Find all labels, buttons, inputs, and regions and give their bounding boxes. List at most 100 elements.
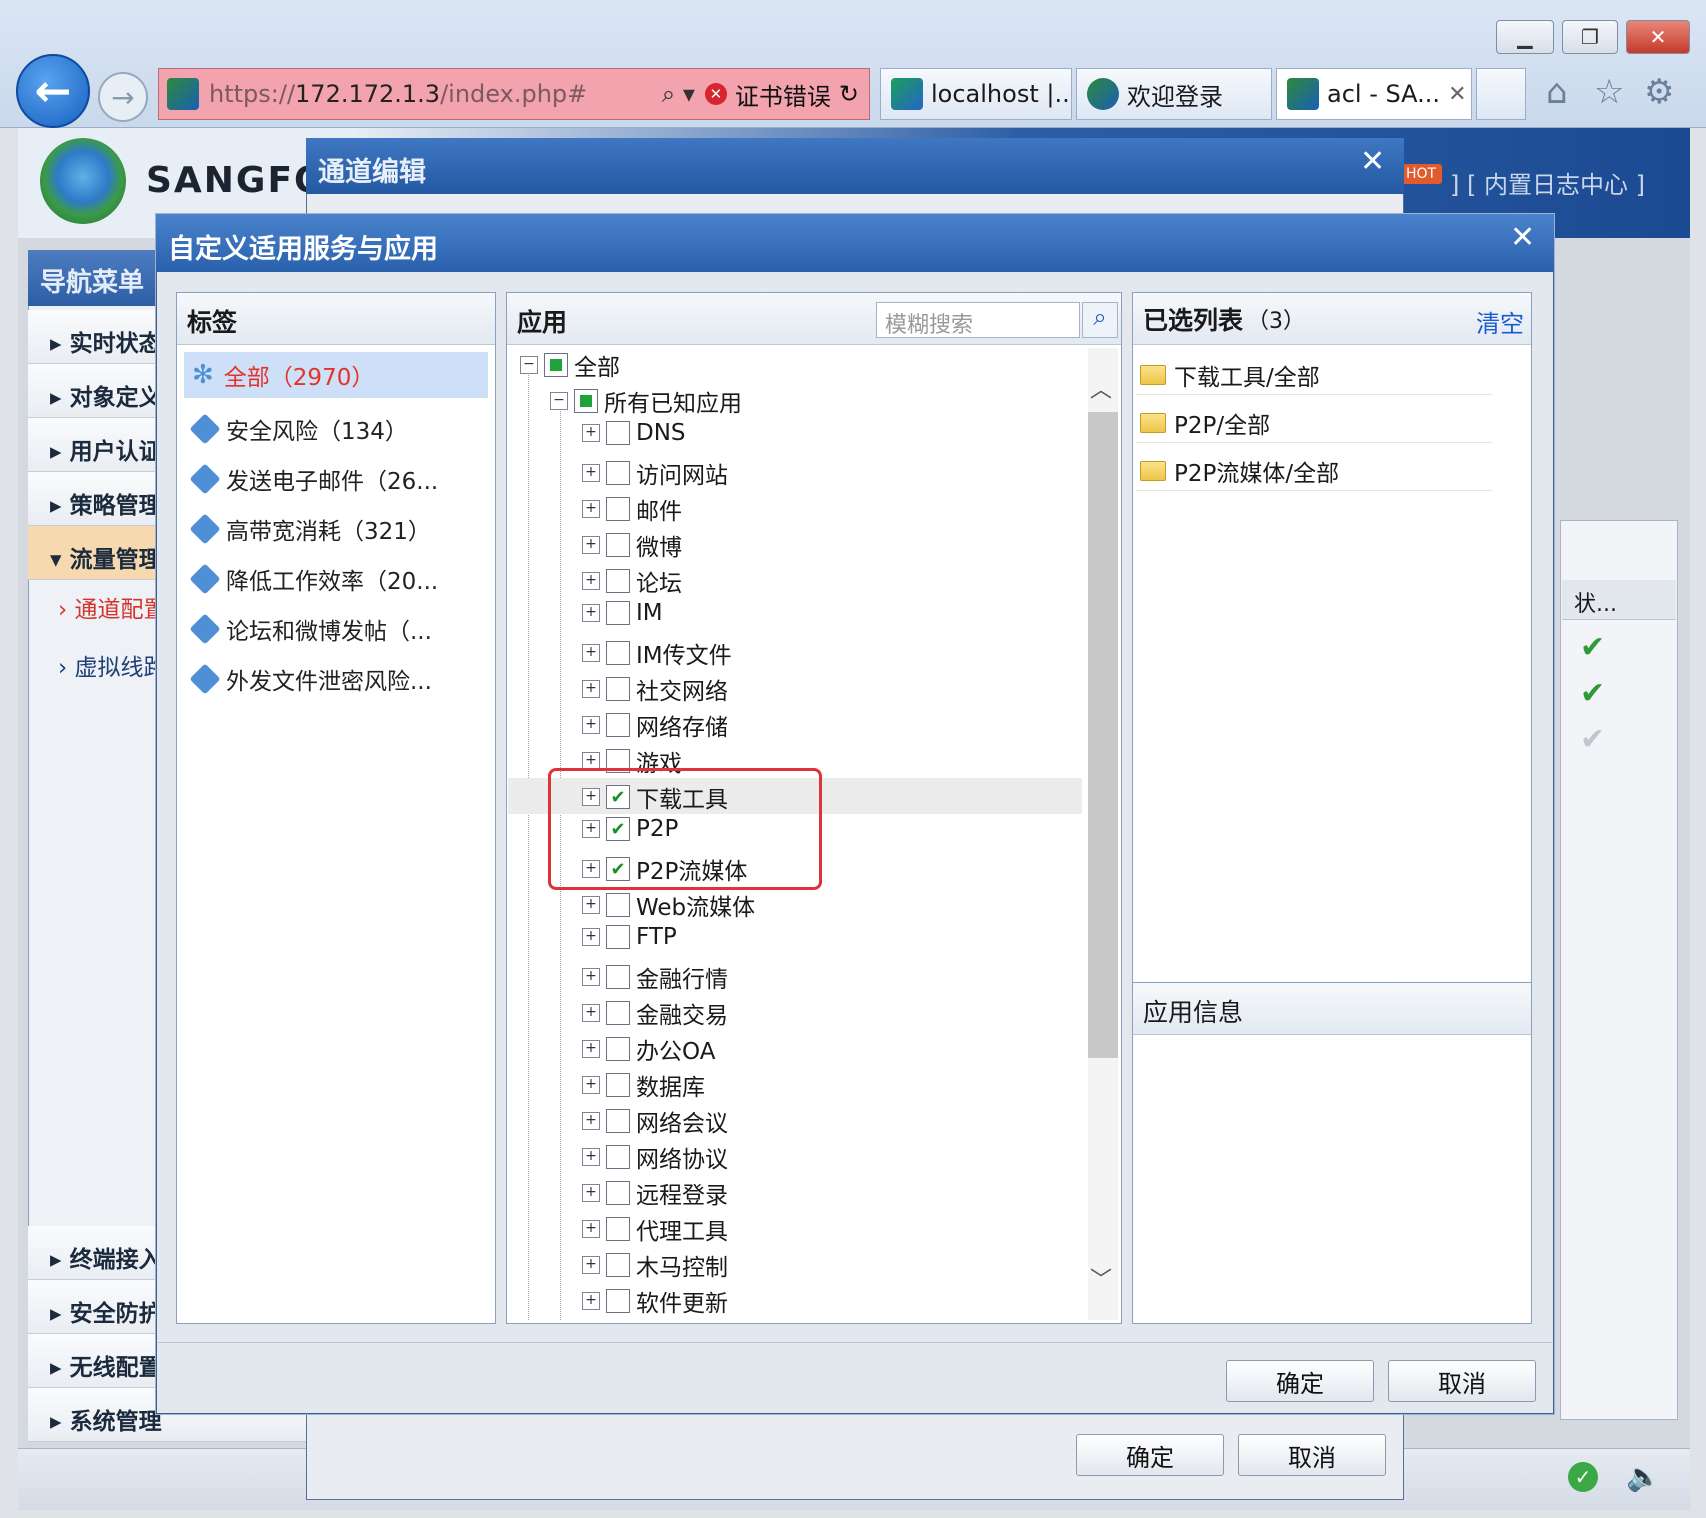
favorites-star-icon[interactable]: ☆ xyxy=(1594,72,1624,112)
new-tab-button[interactable] xyxy=(1476,68,1526,120)
expand-icon[interactable]: + xyxy=(582,680,600,698)
tree-node-app[interactable]: + 木马控制 xyxy=(582,1248,728,1282)
expand-icon[interactable]: + xyxy=(582,464,600,482)
expand-icon[interactable]: + xyxy=(582,1148,600,1166)
home-icon[interactable]: ⌂ xyxy=(1546,72,1568,112)
close-icon[interactable]: ✕ xyxy=(1360,144,1385,179)
expand-icon[interactable]: + xyxy=(582,1004,600,1022)
channel-cancel-button[interactable]: 取消 xyxy=(1238,1434,1386,1476)
tree-node-known-apps[interactable]: − 所有已知应用 xyxy=(550,384,742,418)
back-arrow-icon[interactable]: ← xyxy=(16,54,90,128)
close-icon[interactable]: ✕ xyxy=(1510,220,1535,255)
expand-icon[interactable]: + xyxy=(582,536,600,554)
checkbox[interactable] xyxy=(606,1145,630,1169)
tree-node-app[interactable]: + 社交网络 xyxy=(582,672,728,706)
tree-node-app[interactable]: + 论坛 xyxy=(582,564,682,598)
fuzzy-search-input[interactable]: 模糊搜索 xyxy=(876,302,1080,338)
expand-icon[interactable]: + xyxy=(582,1292,600,1310)
tree-node-app[interactable]: + 数据库 xyxy=(582,1068,705,1102)
checkbox[interactable] xyxy=(606,677,630,701)
close-window-button[interactable]: ✕ xyxy=(1626,20,1690,54)
tree-node-app[interactable]: + 远程登录 xyxy=(582,1176,728,1210)
expand-icon[interactable]: + xyxy=(582,1040,600,1058)
tree-node-app[interactable]: + 微博 xyxy=(582,528,682,562)
expand-icon[interactable]: + xyxy=(582,1076,600,1094)
checkbox[interactable] xyxy=(606,641,630,665)
url-text[interactable]: https://172.172.1.3/index.php# xyxy=(209,80,652,108)
clear-link[interactable]: 清空 xyxy=(1476,304,1524,339)
expand-icon[interactable]: + xyxy=(582,716,600,734)
tree-node-app[interactable]: + FTP xyxy=(582,924,677,950)
selected-item[interactable]: P2P/全部 xyxy=(1140,406,1270,440)
expand-icon[interactable]: + xyxy=(582,644,600,662)
ok-button[interactable]: 确定 xyxy=(1226,1360,1374,1402)
tag-item[interactable]: 降低工作效率（20... xyxy=(189,562,438,596)
checkbox[interactable] xyxy=(606,1217,630,1241)
cert-error-button[interactable]: ✕ 证书错误 ↻ xyxy=(704,77,869,112)
partial-checkbox[interactable] xyxy=(574,389,598,413)
tree-node-app[interactable]: + Web流媒体 xyxy=(582,888,755,922)
settings-gear-icon[interactable]: ⚙ xyxy=(1644,72,1674,112)
expand-icon[interactable]: + xyxy=(582,1184,600,1202)
checkbox[interactable] xyxy=(606,601,630,625)
checkbox[interactable] xyxy=(606,1001,630,1025)
tag-item[interactable]: 高带宽消耗（321） xyxy=(189,512,431,546)
sound-icon[interactable]: 🔈 xyxy=(1626,1460,1661,1493)
close-tab-icon[interactable]: ✕ xyxy=(1448,82,1466,107)
tree-node-app[interactable]: + IM传文件 xyxy=(582,636,732,670)
expand-icon[interactable]: + xyxy=(582,1256,600,1274)
checkbox[interactable] xyxy=(606,1253,630,1277)
checkbox[interactable] xyxy=(606,925,630,949)
search-icon[interactable]: ⌕ ▾ xyxy=(662,80,695,108)
checkbox[interactable] xyxy=(606,1181,630,1205)
tree-node-app[interactable]: + 办公OA xyxy=(582,1032,715,1066)
nav-sub-virtual-line[interactable]: › 虚拟线路 xyxy=(58,648,167,682)
scrollbar-thumb[interactable] xyxy=(1088,412,1118,1058)
tree-node-app[interactable]: + 访问网站 xyxy=(582,456,728,490)
scroll-down-icon[interactable]: ﹀ xyxy=(1090,1262,1112,1294)
expand-icon[interactable]: + xyxy=(582,604,600,622)
address-bar[interactable]: https://172.172.1.3/index.php# ⌕ ▾ ✕ 证书错误… xyxy=(158,68,870,120)
expand-icon[interactable]: + xyxy=(582,1220,600,1238)
selected-item[interactable]: 下载工具/全部 xyxy=(1140,358,1320,392)
selected-item[interactable]: P2P流媒体/全部 xyxy=(1140,454,1339,488)
refresh-icon[interactable]: ↻ xyxy=(839,80,859,108)
checkbox[interactable] xyxy=(606,1073,630,1097)
tab-localhost[interactable]: localhost |... xyxy=(880,68,1072,120)
log-center-link[interactable]: ] [ 内置日志中心 ] xyxy=(1450,165,1645,200)
forward-arrow-icon[interactable]: → xyxy=(98,72,148,122)
tag-item[interactable]: 发送电子邮件（26... xyxy=(189,462,438,496)
checkbox[interactable] xyxy=(606,569,630,593)
tab-welcome-login[interactable]: 欢迎登录 xyxy=(1076,68,1272,120)
expand-icon[interactable]: + xyxy=(582,928,600,946)
checkbox[interactable] xyxy=(606,461,630,485)
tree-node-app[interactable]: + 金融交易 xyxy=(582,996,728,1030)
checkbox[interactable] xyxy=(606,421,630,445)
tree-node-app[interactable]: + 代理工具 xyxy=(582,1212,728,1246)
checkbox[interactable] xyxy=(606,965,630,989)
checkbox[interactable] xyxy=(606,1037,630,1061)
tag-item[interactable]: 安全风险（134） xyxy=(189,412,408,446)
tag-all[interactable]: ✻ 全部（2970） xyxy=(184,352,488,398)
channel-ok-button[interactable]: 确定 xyxy=(1076,1434,1224,1476)
expand-icon[interactable]: + xyxy=(582,896,600,914)
scroll-up-icon[interactable]: ︿ xyxy=(1090,372,1112,404)
tree-node-app[interactable]: + 网络协议 xyxy=(582,1140,728,1174)
collapse-icon[interactable]: − xyxy=(520,356,538,374)
tree-node-app[interactable]: + 网络会议 xyxy=(582,1104,728,1138)
checkbox[interactable] xyxy=(606,1109,630,1133)
tree-node-app[interactable]: + 网络存储 xyxy=(582,708,728,742)
maximize-button[interactable]: ❐ xyxy=(1562,20,1618,54)
nav-sub-channel[interactable]: › 通道配置 xyxy=(58,590,167,624)
tag-item[interactable]: 外发文件泄密风险... xyxy=(189,662,432,696)
checkbox[interactable] xyxy=(606,893,630,917)
checkbox[interactable] xyxy=(606,713,630,737)
expand-icon[interactable]: + xyxy=(582,424,600,442)
checkbox[interactable] xyxy=(606,533,630,557)
checkbox[interactable] xyxy=(606,1289,630,1313)
expand-icon[interactable]: + xyxy=(582,500,600,518)
tree-node-app[interactable]: + 邮件 xyxy=(582,492,682,526)
tab-acl[interactable]: acl - SA... ✕ xyxy=(1276,68,1472,120)
checkbox[interactable] xyxy=(606,497,630,521)
partial-checkbox[interactable] xyxy=(544,353,568,377)
